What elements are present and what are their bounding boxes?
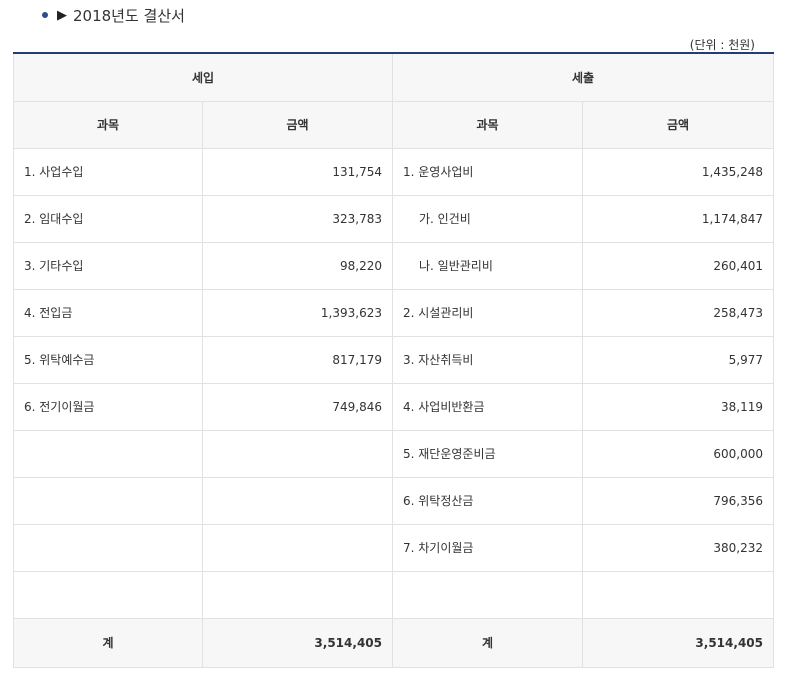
expense-subject: 4. 사업비반환금 <box>392 382 583 431</box>
table-row: 4. 전입금 1,393,623 2. 시설관리비 258,473 <box>13 288 774 337</box>
expense-amount: 258,473 <box>582 288 774 337</box>
expense-subject <box>392 570 583 619</box>
expense-total-label: 계 <box>392 617 583 668</box>
table-row: 5. 위탁예수금 817,179 3. 자산취득비 5,977 <box>13 335 774 384</box>
expense-amount: 1,435,248 <box>582 147 774 196</box>
income-amount-header: 금액 <box>202 100 393 149</box>
income-amount <box>202 523 393 572</box>
income-subject: 3. 기타수입 <box>13 241 203 290</box>
play-arrow-icon: ▶ <box>57 7 67 23</box>
income-subject <box>13 429 203 478</box>
unit-note: (단위 : 천원) <box>689 38 755 52</box>
income-subject <box>13 476 203 525</box>
income-total-label: 계 <box>13 617 203 668</box>
income-amount <box>202 429 393 478</box>
income-subject-header: 과목 <box>13 100 203 149</box>
income-amount: 323,783 <box>202 194 393 243</box>
table-row: 6. 위탁정산금 796,356 <box>13 476 774 525</box>
expense-subject: 가. 인건비 <box>392 194 583 243</box>
expense-amount: 38,119 <box>582 382 774 431</box>
income-amount: 98,220 <box>202 241 393 290</box>
expense-amount <box>582 570 774 619</box>
expense-subject: 5. 재단운영준비금 <box>392 429 583 478</box>
table-row: 7. 차기이월금 380,232 <box>13 523 774 572</box>
expense-subject: 1. 운영사업비 <box>392 147 583 196</box>
expense-amount-header: 금액 <box>582 100 774 149</box>
income-amount <box>202 570 393 619</box>
expense-group-header: 세출 <box>392 52 774 102</box>
table-row: 3. 기타수입 98,220 나. 일반관리비 260,401 <box>13 241 774 290</box>
income-subject <box>13 570 203 619</box>
expense-subject-header: 과목 <box>392 100 583 149</box>
expense-total-amount: 3,514,405 <box>582 617 774 668</box>
income-amount: 131,754 <box>202 147 393 196</box>
table-row: 6. 전기이월금 749,846 4. 사업비반환금 38,119 <box>13 382 774 431</box>
page-title: 2018년도 결산서 <box>73 6 185 25</box>
income-subject: 5. 위탁예수금 <box>13 335 203 384</box>
income-amount: 749,846 <box>202 382 393 431</box>
expense-amount: 1,174,847 <box>582 194 774 243</box>
expense-subject: 7. 차기이월금 <box>392 523 583 572</box>
income-amount: 1,393,623 <box>202 288 393 337</box>
section-title: ▶ 2018년도 결산서 <box>42 4 185 26</box>
income-amount <box>202 476 393 525</box>
expense-amount: 5,977 <box>582 335 774 384</box>
income-subject <box>13 523 203 572</box>
bullet-icon <box>42 12 48 18</box>
income-group-header: 세입 <box>13 52 393 102</box>
expense-subject: 6. 위탁정산금 <box>392 476 583 525</box>
expense-amount: 796,356 <box>582 476 774 525</box>
expense-subject: 3. 자산취득비 <box>392 335 583 384</box>
table-row: 1. 사업수입 131,754 1. 운영사업비 1,435,248 <box>13 147 774 196</box>
expense-subject: 2. 시설관리비 <box>392 288 583 337</box>
income-subject: 6. 전기이월금 <box>13 382 203 431</box>
income-subject: 4. 전입금 <box>13 288 203 337</box>
expense-subject: 나. 일반관리비 <box>392 241 583 290</box>
expense-amount: 260,401 <box>582 241 774 290</box>
income-amount: 817,179 <box>202 335 393 384</box>
table-row: 5. 재단운영준비금 600,000 <box>13 429 774 478</box>
total-row: 계 3,514,405 계 3,514,405 <box>13 617 774 668</box>
expense-amount: 380,232 <box>582 523 774 572</box>
expense-amount: 600,000 <box>582 429 774 478</box>
income-total-amount: 3,514,405 <box>202 617 393 668</box>
table-row <box>13 570 774 619</box>
table-row: 2. 임대수입 323,783 가. 인건비 1,174,847 <box>13 194 774 243</box>
income-subject: 2. 임대수입 <box>13 194 203 243</box>
settlement-table: 세입 세출 과목 금액 과목 금액 1. 사업수입 131,754 1. 운영사… <box>13 52 774 668</box>
income-subject: 1. 사업수입 <box>13 147 203 196</box>
